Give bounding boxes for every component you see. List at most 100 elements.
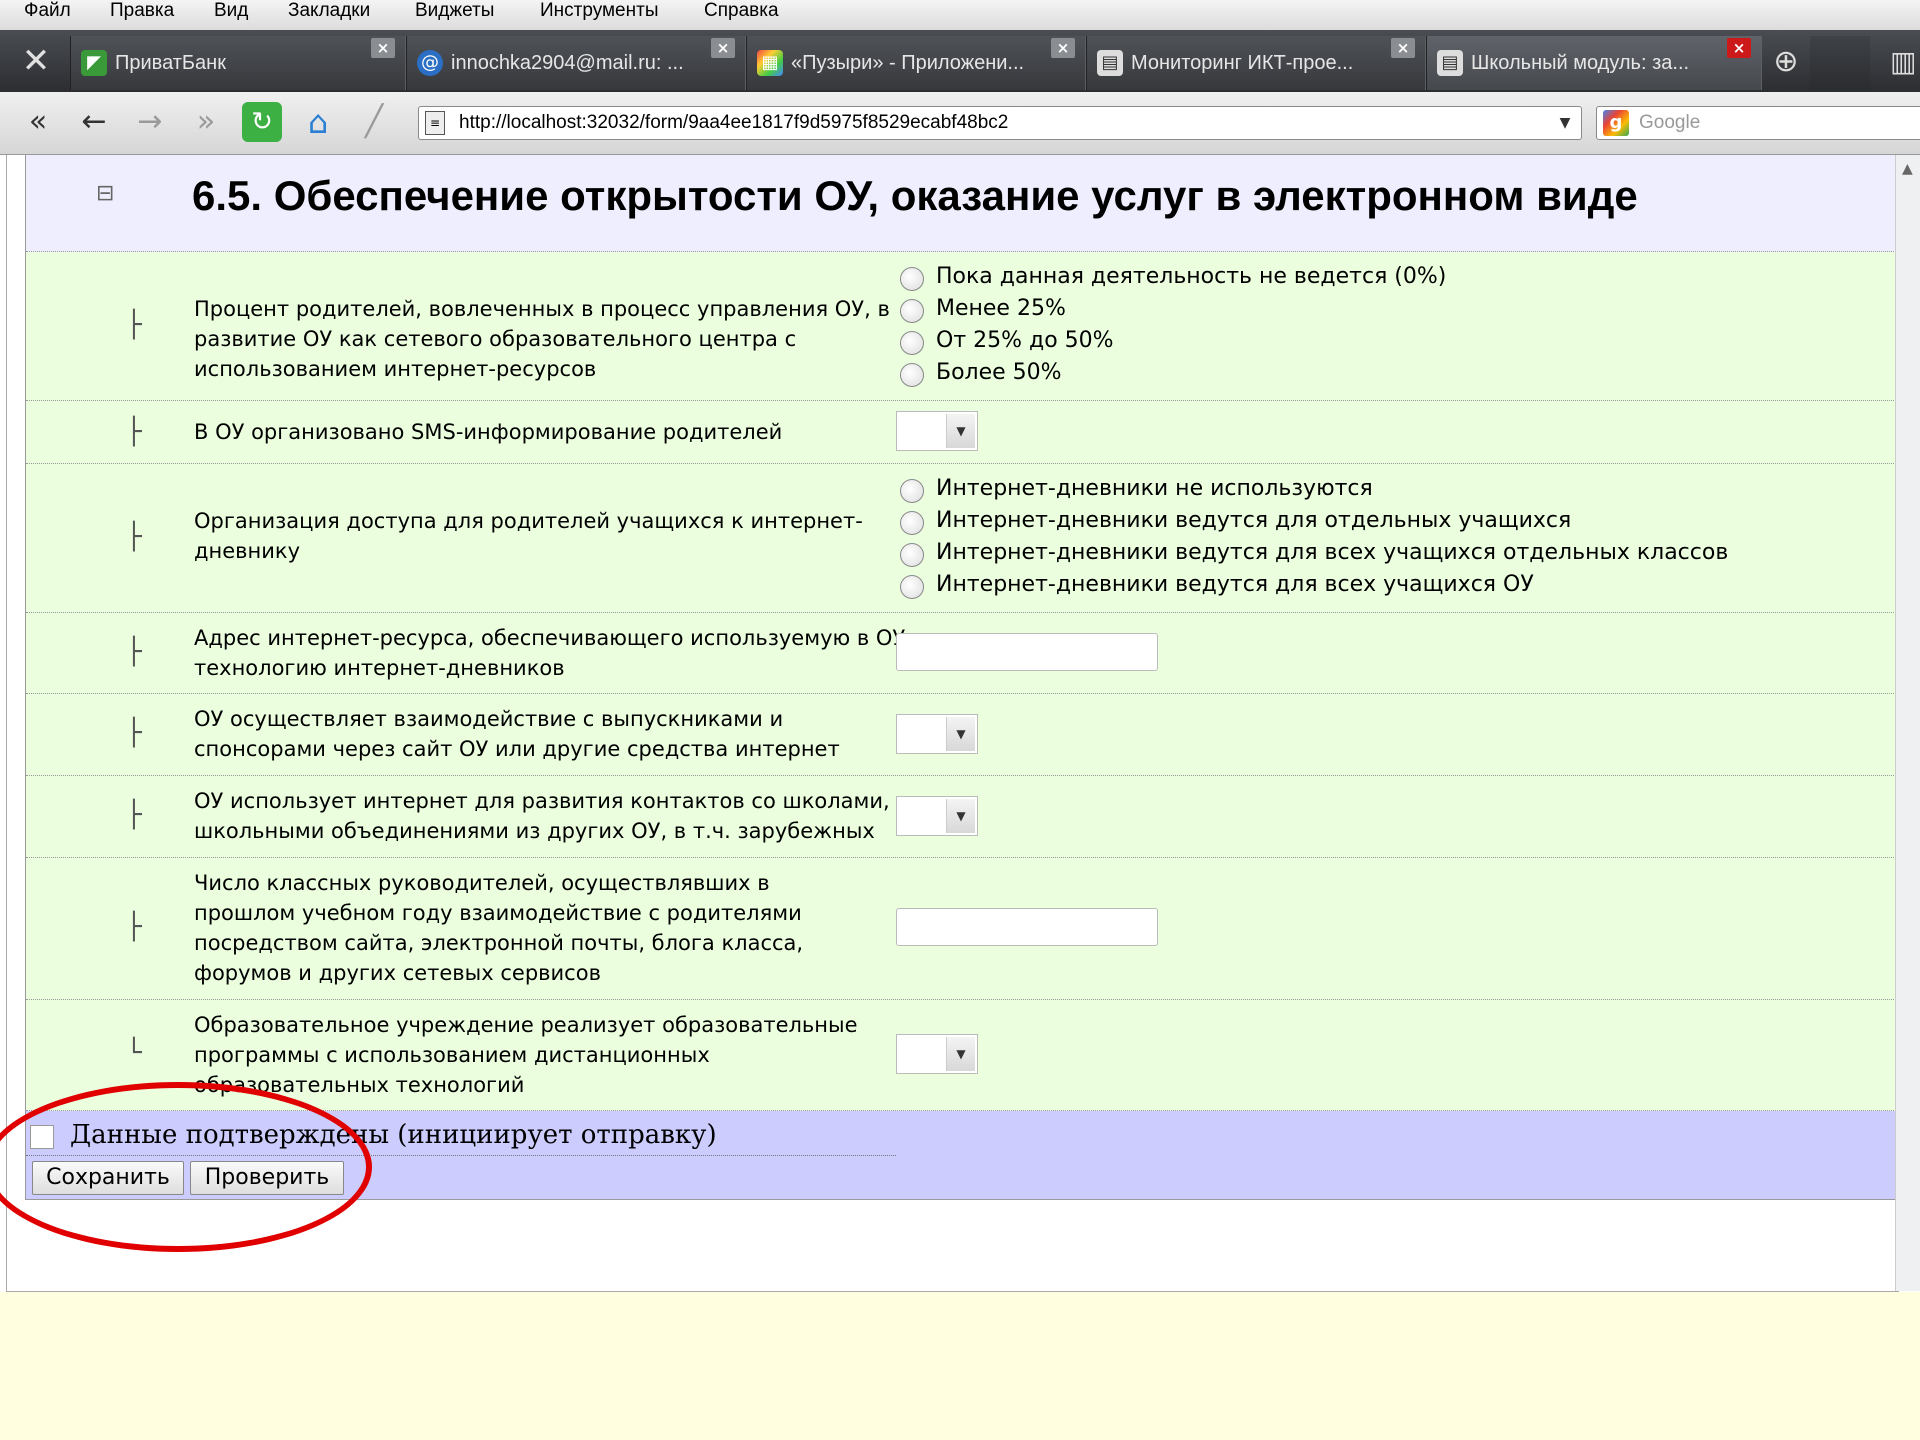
radio-button[interactable]	[900, 267, 924, 291]
radio-button[interactable]	[900, 299, 924, 323]
radio-label: Интернет-дневники ведутся для всех учащи…	[936, 572, 1534, 597]
app-icon: ▦	[757, 50, 783, 76]
page-icon: ≡	[425, 111, 445, 135]
collapse-icon[interactable]: ⊟	[96, 181, 114, 206]
alumni-select[interactable]: ▼	[896, 714, 978, 754]
highlight-annotation	[0, 1082, 372, 1252]
tree-branch-icon: ├	[126, 417, 142, 447]
menu-bar: Файл Правка Вид Закладки Виджеты Инструм…	[0, 0, 1920, 31]
question-row: ├ Организация доступа для родителей учащ…	[26, 464, 1896, 613]
class-teachers-count-field[interactable]	[896, 908, 1158, 946]
tab-label: Школьный модуль: за...	[1471, 52, 1690, 74]
radio-label: Менее 25%	[936, 296, 1066, 321]
school-contacts-select[interactable]: ▼	[896, 796, 978, 836]
question-text: В ОУ организовано SMS-информирование род…	[194, 420, 783, 444]
menu-tools[interactable]: Инструменты	[540, 0, 658, 22]
fast-forward-icon[interactable]: »	[186, 102, 226, 142]
close-tab-icon[interactable]: ×	[1727, 38, 1751, 58]
tab-bubbles[interactable]: ▦ «Пузыри» - Приложени... ×	[746, 36, 1086, 90]
question-row: ├ ОУ использует интернет для развития ко…	[26, 776, 1896, 858]
tree-branch-icon: ├	[126, 522, 142, 552]
home-icon[interactable]: ⌂	[298, 102, 338, 142]
section-title: 6.5. Обеспечение открытости ОУ, оказание…	[192, 172, 1638, 219]
mail-icon: @	[417, 50, 443, 76]
tree-branch-icon: └	[126, 1038, 142, 1068]
chevron-down-icon: ▼	[946, 799, 975, 833]
menu-file[interactable]: Файл	[24, 0, 71, 22]
wand-icon[interactable]: ╱	[354, 102, 394, 142]
radio-label: Более 50%	[936, 360, 1062, 385]
question-text: Организация доступа для родителей учащих…	[194, 509, 863, 563]
radio-label: Пока данная деятельность не ведется (0%)	[936, 264, 1447, 289]
tab-scroll-arrow[interactable]	[1810, 36, 1870, 90]
chevron-down-icon: ▼	[946, 414, 975, 448]
forward-icon[interactable]: →	[130, 102, 170, 142]
tab-label: innochka2904@mail.ru: ...	[451, 52, 684, 74]
radio-label: Интернет-дневники не используются	[936, 476, 1373, 501]
tab-privatbank[interactable]: ◤ ПриватБанк ×	[70, 36, 406, 90]
radio-button[interactable]	[900, 479, 924, 503]
radio-label: От 25% до 50%	[936, 328, 1114, 353]
menu-edit[interactable]: Правка	[110, 0, 174, 22]
close-tab-icon[interactable]: ×	[711, 38, 735, 58]
sms-select[interactable]: ▼	[896, 411, 978, 451]
rewind-icon[interactable]: «	[18, 102, 58, 142]
chevron-down-icon[interactable]: ▼	[1555, 113, 1575, 133]
page-icon: ▤	[1097, 50, 1123, 76]
radio-button[interactable]	[900, 363, 924, 387]
tab-label: Мониторинг ИКТ-прое...	[1131, 52, 1354, 74]
chevron-down-icon: ▼	[946, 717, 975, 751]
question-text: ОУ использует интернет для развития конт…	[194, 789, 890, 843]
question-row: ├ Число классных руководителей, осуществ…	[26, 858, 1896, 1000]
close-tab-icon[interactable]: ×	[1051, 38, 1075, 58]
scroll-up-icon[interactable]: ▲	[1902, 161, 1913, 177]
menu-help[interactable]: Справка	[704, 0, 779, 22]
radio-label: Интернет-дневники ведутся для всех учащи…	[936, 540, 1729, 565]
menu-bookmarks[interactable]: Закладки	[288, 0, 370, 22]
page-icon: ▤	[1437, 50, 1463, 76]
radio-button[interactable]	[900, 331, 924, 355]
tree-branch-icon: ├	[126, 912, 142, 942]
vertical-scrollbar[interactable]: ▲	[1895, 155, 1920, 1291]
question-text: ОУ осуществляет взаимодействие с выпускн…	[194, 707, 840, 761]
address-field[interactable]: ≡ http://localhost:32032/form/9aa4ee1817…	[418, 106, 1582, 140]
question-row: ├ Процент родителей, вовлеченных в проце…	[26, 252, 1896, 401]
reload-icon[interactable]: ↻	[242, 102, 282, 142]
search-placeholder: Google	[1639, 112, 1701, 133]
tab-label: ПриватБанк	[115, 52, 226, 74]
radio-button[interactable]	[900, 575, 924, 599]
radio-button[interactable]	[900, 511, 924, 535]
distance-learning-select[interactable]: ▼	[896, 1034, 978, 1074]
tab-school-module[interactable]: ▤ Школьный модуль: за... ×	[1426, 36, 1762, 90]
section-header: ⊟ 6.5. Обеспечение открытости ОУ, оказан…	[26, 155, 1896, 252]
tab-mail[interactable]: @ innochka2904@mail.ru: ... ×	[406, 36, 746, 90]
question-row: └ Образовательное учреждение реализует о…	[26, 1000, 1896, 1111]
tab-bar: ✕ ◤ ПриватБанк × @ innochka2904@mail.ru:…	[0, 30, 1920, 92]
trash-icon[interactable]: ▥	[1890, 44, 1920, 80]
close-tab-icon[interactable]: ×	[1391, 38, 1415, 58]
radio-label: Интернет-дневники ведутся для отдельных …	[936, 508, 1572, 533]
question-row: ├ ОУ осуществляет взаимодействие с выпус…	[26, 694, 1896, 776]
google-icon: g	[1603, 110, 1629, 136]
chevron-down-icon: ▼	[946, 1037, 975, 1071]
tree-branch-icon: ├	[126, 800, 142, 830]
menu-widgets[interactable]: Виджеты	[415, 0, 494, 22]
privatbank-icon: ◤	[81, 50, 107, 76]
question-text: Образовательное учреждение реализует обр…	[194, 1013, 858, 1097]
new-tab-icon[interactable]: ⊕	[1766, 44, 1806, 80]
menu-view[interactable]: Вид	[214, 0, 248, 22]
radio-button[interactable]	[900, 543, 924, 567]
form-panel: ⊟ 6.5. Обеспечение открытости ОУ, оказан…	[25, 155, 1897, 1200]
question-text: Число классных руководителей, осуществля…	[194, 871, 804, 985]
tab-label: «Пузыри» - Приложени...	[791, 52, 1025, 74]
question-text: Адрес интернет-ресурса, обеспечивающего …	[194, 626, 906, 680]
search-field[interactable]: g Google	[1596, 106, 1920, 140]
url-text: http://localhost:32032/form/9aa4ee1817f9…	[459, 112, 1009, 133]
question-row: ├ В ОУ организовано SMS-информирование р…	[26, 401, 1896, 464]
back-icon[interactable]: ←	[74, 102, 114, 142]
tools-icon[interactable]: ✕	[14, 40, 58, 82]
tree-branch-icon: ├	[126, 718, 142, 748]
tab-monitoring[interactable]: ▤ Мониторинг ИКТ-прое... ×	[1086, 36, 1426, 90]
close-tab-icon[interactable]: ×	[371, 38, 395, 58]
diary-url-field[interactable]	[896, 633, 1158, 671]
